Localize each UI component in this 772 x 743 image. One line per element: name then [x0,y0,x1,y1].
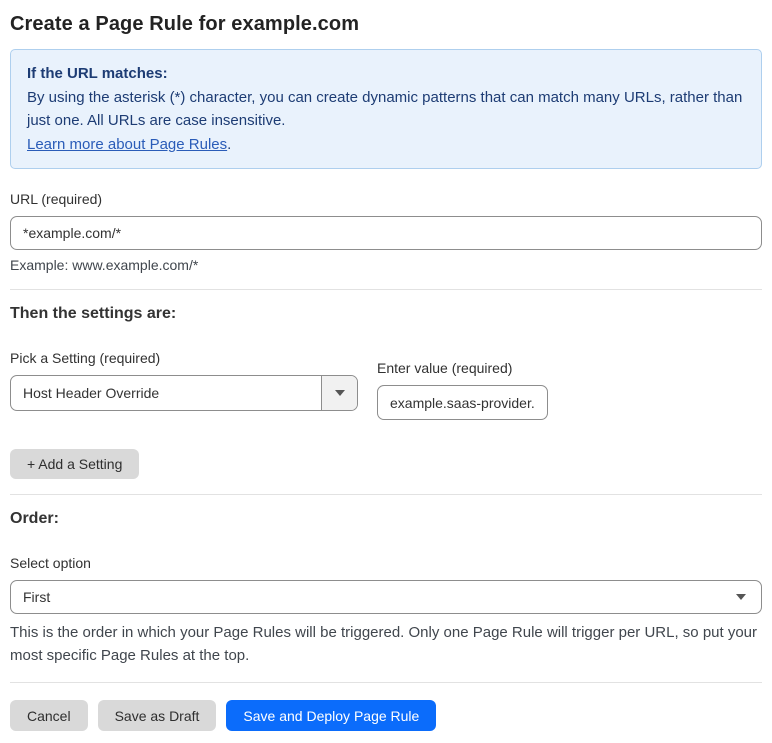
info-box-link-line: Learn more about Page Rules. [27,133,745,157]
chevron-down-icon [334,390,345,396]
order-section-heading: Order: [10,510,59,527]
order-helper-text: This is the order in which your Page Rul… [10,624,758,664]
url-example-helper: Example: www.example.com/* [10,257,199,273]
setting-select-caret-box[interactable] [321,376,357,410]
divider [10,682,762,683]
order-select-label: Select option [10,555,91,571]
setting-value-column: Enter value (required) [377,360,548,420]
order-select-value: First [23,589,51,605]
info-box-heading: If the URL matches: [27,65,168,82]
info-box-body: By using the asterisk (*) character, you… [27,88,743,130]
setting-picker-label: Pick a Setting (required) [10,350,161,366]
page-rule-form: Create a Page Rule for example.com If th… [0,0,772,743]
page-title: Create a Page Rule for example.com [10,13,360,35]
learn-more-link[interactable]: Learn more about Page Rules [27,136,227,153]
setting-select-value: Host Header Override [23,385,160,401]
settings-section-heading: Then the settings are: [10,305,177,322]
url-match-info-box: If the URL matches: By using the asteris… [10,49,762,169]
url-input[interactable] [10,216,762,250]
chevron-down-icon [736,594,746,600]
add-setting-button[interactable]: + Add a Setting [10,449,140,479]
settings-row: Pick a Setting (required) Host Header Ov… [10,350,762,420]
link-suffix: . [227,135,232,153]
cancel-button[interactable]: Cancel [10,700,88,731]
save-as-draft-button[interactable]: Save as Draft [97,700,217,731]
divider [10,289,762,290]
order-select[interactable]: First [10,580,762,614]
form-actions: Cancel Save as Draft Save and Deploy Pag… [10,700,762,731]
setting-value-label: Enter value (required) [377,360,513,376]
url-field-label: URL (required) [10,191,103,207]
setting-picker-column: Pick a Setting (required) Host Header Ov… [10,350,358,411]
divider [10,494,762,495]
setting-value-input[interactable] [377,385,548,420]
save-and-deploy-button[interactable]: Save and Deploy Page Rule [226,700,437,731]
setting-select[interactable]: Host Header Override [10,375,358,411]
